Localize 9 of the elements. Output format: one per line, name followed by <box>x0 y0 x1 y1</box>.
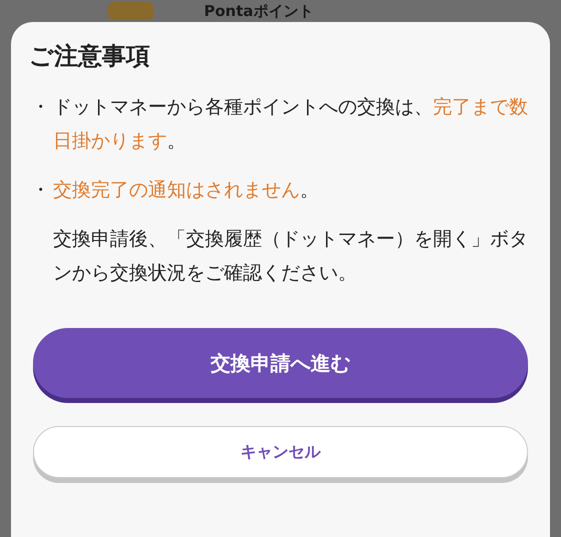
proceed-button[interactable]: 交換申請へ進む <box>33 328 528 398</box>
bullet-text: ドットマネーから各種ポイントへの交換は、完了まで数日掛かります。 <box>53 95 529 154</box>
dialog-title: ご注意事項 <box>29 41 151 72</box>
bullet-mark: ・ <box>31 178 51 203</box>
bullet-mark: ・ <box>31 95 51 120</box>
note-text: 交換申請後、「交換履歴（ドットマネー）を開く」ボタンから交換状況をご確認ください。 <box>53 227 529 286</box>
logo-icon <box>108 2 154 20</box>
page-title: Pontaポイント <box>204 1 314 21</box>
bullet-text: 交換完了の通知はされません。 <box>53 178 320 203</box>
